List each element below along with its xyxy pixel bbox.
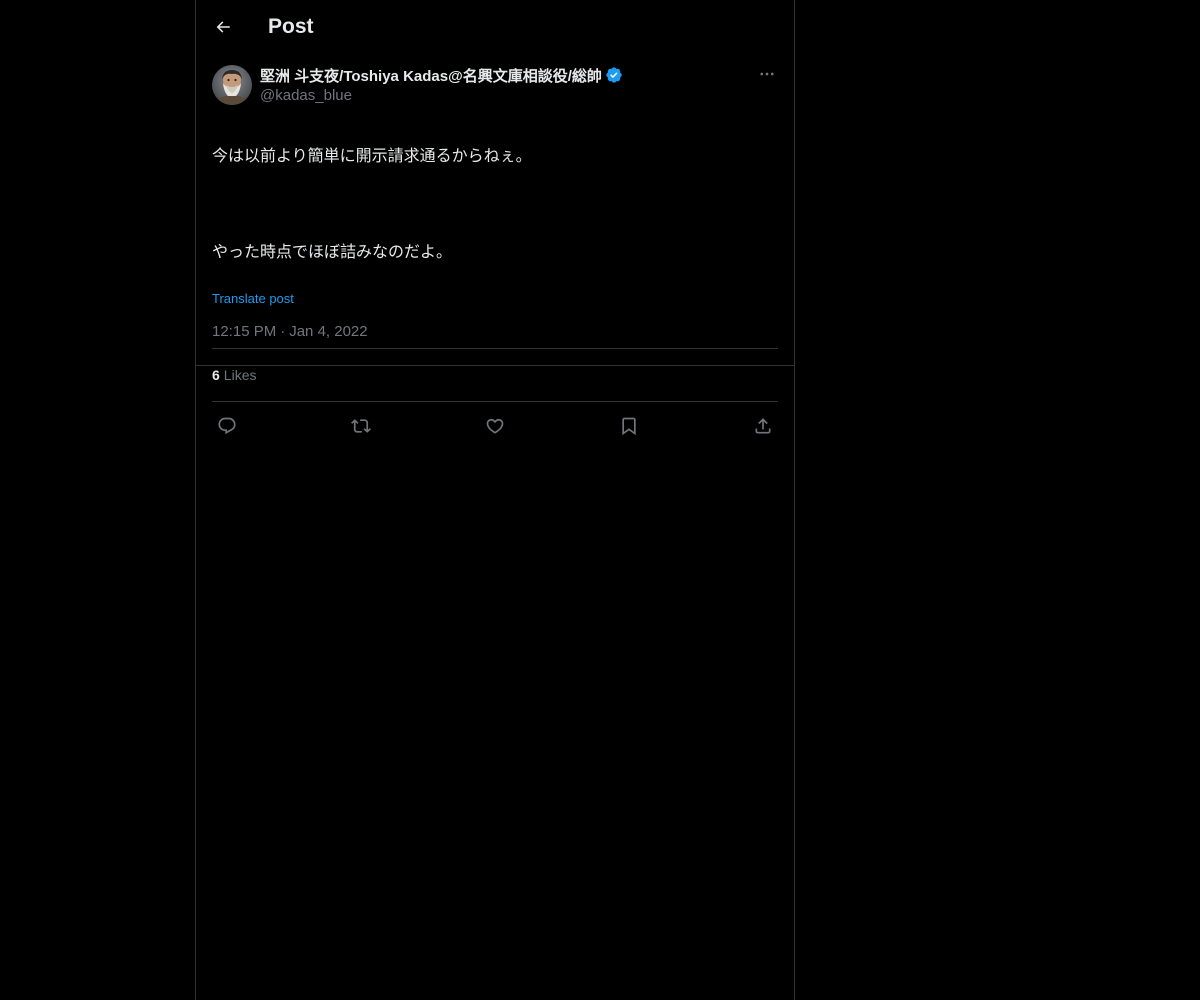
verified-badge-icon[interactable] bbox=[605, 66, 623, 84]
likes-label[interactable]: Likes bbox=[224, 367, 257, 383]
meta-separator: · bbox=[280, 323, 286, 340]
bookmark-button[interactable] bbox=[618, 415, 640, 437]
translate-post-link[interactable]: Translate post bbox=[212, 291, 294, 307]
post-text: 今は以前より簡単に開示請求通るからねぇ。 やった時点でほぼ詰みなのだよ。 bbox=[212, 120, 778, 288]
author-handle[interactable]: @kadas_blue bbox=[260, 86, 760, 106]
post-detail: 堅洲 斗支夜/Toshiya Kadas@名興文庫相談役/総帥 @kadas_b… bbox=[212, 63, 778, 449]
post-text-line: 今は以前より簡単に開示請求通るからねぇ。 bbox=[212, 146, 532, 165]
post-time[interactable]: 12:15 PM bbox=[212, 323, 276, 340]
avatar-image bbox=[212, 65, 252, 105]
like-button[interactable] bbox=[484, 415, 506, 437]
repost-button[interactable] bbox=[350, 415, 372, 437]
author-row: 堅洲 斗支夜/Toshiya Kadas@名興文庫相談役/総帥 @kadas_b… bbox=[212, 63, 778, 107]
action-bar bbox=[212, 402, 778, 449]
post-text-line: やった時点でほぼ詰みなのだよ。 bbox=[212, 242, 453, 261]
author-names: 堅洲 斗支夜/Toshiya Kadas@名興文庫相談役/総帥 @kadas_b… bbox=[260, 65, 760, 106]
reply-icon bbox=[218, 417, 236, 434]
bookmark-icon bbox=[622, 417, 636, 435]
more-options-button[interactable] bbox=[756, 63, 778, 85]
share-button[interactable] bbox=[752, 415, 774, 437]
more-dots-icon bbox=[760, 72, 774, 76]
top-bar: Post bbox=[196, 0, 794, 53]
reply-button[interactable] bbox=[216, 415, 238, 437]
arrow-left-icon bbox=[216, 21, 230, 33]
back-button[interactable] bbox=[208, 10, 238, 44]
display-name[interactable]: 堅洲 斗支夜/Toshiya Kadas@名興文庫相談役/総帥 bbox=[260, 65, 602, 86]
display-name-row: 堅洲 斗支夜/Toshiya Kadas@名興文庫相談役/総帥 bbox=[260, 65, 760, 85]
page-title: Post bbox=[268, 15, 314, 38]
timeline-column: Post 堅洲 斗支夜/Toshiya Kadas@名興文庫相談役/総帥 @ka… bbox=[195, 0, 795, 1000]
post-text-spacer bbox=[212, 192, 778, 216]
post-date[interactable]: Jan 4, 2022 bbox=[289, 323, 367, 340]
post-bottom-border bbox=[196, 365, 794, 366]
avatar[interactable] bbox=[212, 65, 252, 105]
likes-count[interactable]: 6 bbox=[212, 367, 220, 383]
heart-icon bbox=[486, 418, 504, 434]
share-icon bbox=[755, 417, 771, 433]
post-stats: 6 Likes bbox=[212, 349, 778, 401]
post-meta: 12:15 PM · Jan 4, 2022 bbox=[212, 322, 778, 348]
repost-icon bbox=[351, 418, 371, 433]
